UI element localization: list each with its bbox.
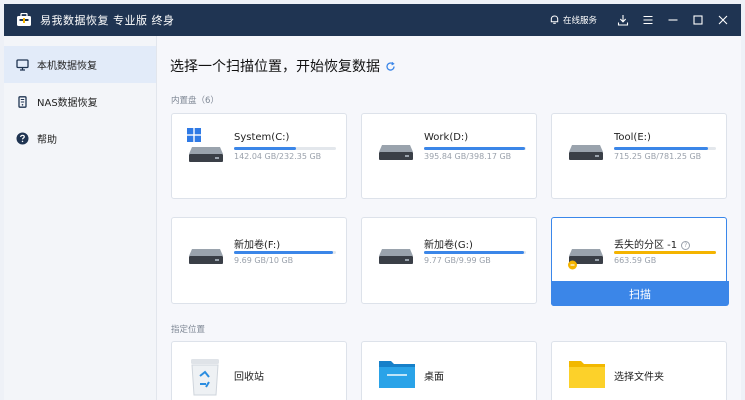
- disk-usage-bar: [614, 147, 716, 150]
- maximize-button[interactable]: [686, 8, 710, 32]
- disk-card-d[interactable]: Work(D:) 395.84 GB/398.17 GB: [361, 113, 537, 199]
- disk-card-lost-partition[interactable]: 丢失的分区 -1? 663.59 GB 扫描: [551, 217, 729, 306]
- internal-disks-label: 内置盘（6）: [171, 96, 219, 106]
- computer-icon: [16, 58, 29, 71]
- close-button[interactable]: [711, 8, 735, 32]
- hard-disk-icon: [189, 147, 223, 162]
- app-title: 易我数据恢复 专业版 终身: [40, 14, 175, 27]
- disk-size: 663.59 GB: [614, 256, 657, 265]
- disk-usage-fill: [614, 251, 716, 254]
- sidebar-item-local-recovery[interactable]: 本机数据恢复: [4, 46, 156, 83]
- online-service-label: 在线服务: [562, 16, 597, 26]
- disk-card-g[interactable]: 新加卷(G:) 9.77 GB/9.99 GB: [361, 217, 537, 304]
- disk-name-text: 丢失的分区 -1: [614, 240, 678, 251]
- disk-name: 丢失的分区 -1?: [614, 236, 691, 251]
- minimize-button[interactable]: [661, 8, 685, 32]
- disk-usage-bar: [424, 147, 526, 150]
- disk-usage-bar: [234, 147, 336, 150]
- info-icon[interactable]: ?: [681, 241, 691, 250]
- download-icon: [617, 15, 629, 26]
- disk-usage-fill: [234, 147, 297, 150]
- page-title-text: 选择一个扫描位置，开始恢复数据: [170, 59, 380, 75]
- online-service-button[interactable]: 在线服务: [550, 14, 597, 26]
- sidebar-item-label: NAS数据恢复: [37, 98, 98, 109]
- disk-usage-fill: [424, 251, 524, 254]
- desktop-folder-icon: [379, 361, 415, 388]
- refresh-icon[interactable]: [385, 61, 396, 72]
- disk-card-f[interactable]: 新加卷(F:) 9.69 GB/10 GB: [171, 217, 347, 304]
- main-panel: 选择一个扫描位置，开始恢复数据 内置盘（6） System(C:) 142.04…: [157, 36, 741, 400]
- disk-size: 715.25 GB/781.25 GB: [614, 152, 702, 161]
- disk-usage-bar: [614, 251, 716, 254]
- sidebar-item-label: 帮助: [37, 135, 57, 146]
- disk-usage-bar: [424, 251, 526, 254]
- hard-disk-icon: [379, 249, 413, 264]
- disk-size: 142.04 GB/232.35 GB: [234, 152, 322, 161]
- location-name: 选择文件夹: [614, 372, 664, 383]
- disk-card-c[interactable]: System(C:) 142.04 GB/232.35 GB: [171, 113, 347, 199]
- location-name: 回收站: [234, 372, 264, 383]
- sidebar: 本机数据恢复 NAS数据恢复 帮助: [4, 36, 157, 400]
- disk-usage-fill: [424, 147, 525, 150]
- hard-disk-icon: [569, 145, 603, 160]
- disk-name: Tool(E:): [614, 132, 651, 143]
- disk-name: 新加卷(G:): [424, 240, 473, 251]
- location-name: 桌面: [424, 372, 444, 383]
- disk-size: 9.69 GB/10 GB: [234, 256, 294, 265]
- close-icon: [718, 15, 728, 25]
- disk-card-e[interactable]: Tool(E:) 715.25 GB/781.25 GB: [551, 113, 727, 199]
- location-card-desktop[interactable]: 桌面: [361, 341, 537, 400]
- sidebar-item-help[interactable]: 帮助: [4, 120, 156, 157]
- download-button[interactable]: [611, 8, 635, 32]
- help-icon: [16, 132, 29, 145]
- disk-usage-fill: [614, 147, 708, 150]
- folder-icon: [569, 361, 605, 388]
- disk-usage-bar: [234, 251, 336, 254]
- minimize-icon: [668, 19, 678, 21]
- title-bar: 易我数据恢复 专业版 终身 在线服务: [4, 4, 741, 36]
- nas-icon: [18, 95, 27, 108]
- recycle-bin-icon: [191, 359, 219, 396]
- disk-size: 9.77 GB/9.99 GB: [424, 256, 491, 265]
- disk-size: 395.84 GB/398.17 GB: [424, 152, 512, 161]
- hard-disk-icon: [379, 145, 413, 160]
- hard-disk-icon: [189, 249, 223, 264]
- disk-usage-fill: [234, 251, 333, 254]
- scan-button[interactable]: 扫描: [551, 281, 729, 306]
- chat-icon: [550, 15, 559, 24]
- windows-logo-icon: [187, 128, 201, 142]
- location-card-recycle-bin[interactable]: 回收站: [171, 341, 347, 400]
- menu-button[interactable]: [636, 8, 660, 32]
- disk-name: Work(D:): [424, 132, 469, 143]
- disk-name: 新加卷(F:): [234, 240, 281, 251]
- sidebar-item-label: 本机数据恢复: [37, 61, 97, 72]
- location-card-select-folder[interactable]: 选择文件夹: [551, 341, 727, 400]
- menu-icon: [643, 15, 653, 25]
- sidebar-item-nas-recovery[interactable]: NAS数据恢复: [4, 83, 156, 120]
- app-logo-icon: [17, 13, 31, 26]
- disk-name: System(C:): [234, 132, 290, 143]
- maximize-icon: [693, 15, 703, 25]
- locations-label: 指定位置: [171, 325, 206, 335]
- page-title: 选择一个扫描位置，开始恢复数据: [170, 56, 396, 76]
- lost-partition-disk-icon: [568, 249, 603, 270]
